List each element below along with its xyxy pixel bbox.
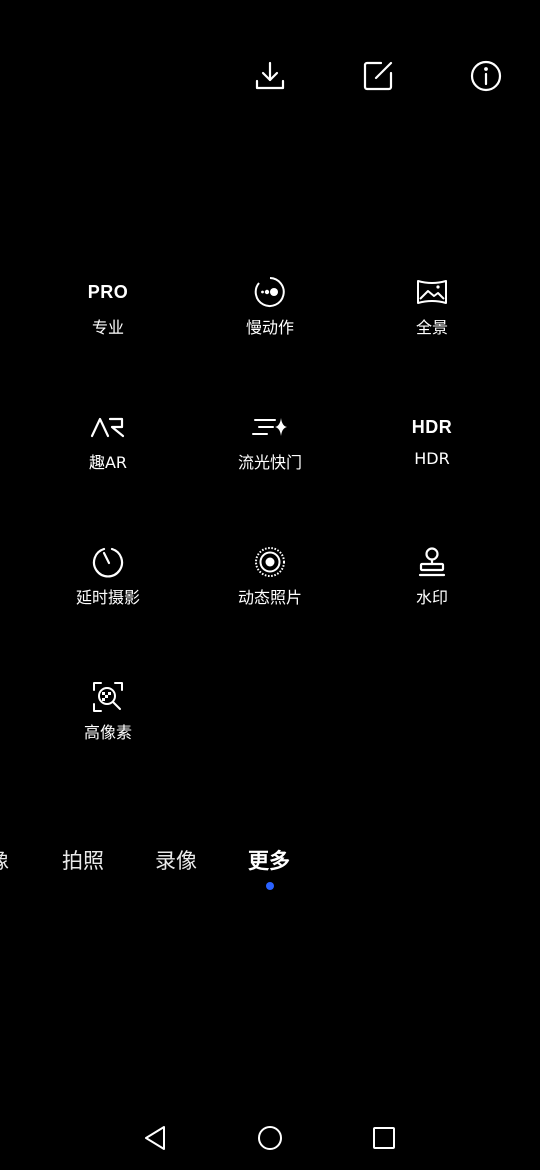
mode-high-resolution[interactable]: 高像素 (48, 681, 168, 761)
mode-watermark[interactable]: 水印 (372, 546, 492, 626)
back-button[interactable] (135, 1120, 175, 1160)
active-mode-indicator (266, 882, 274, 890)
watermark-icon (412, 546, 452, 578)
download-button[interactable] (250, 56, 290, 96)
light-trail-icon (250, 411, 290, 443)
mode-label: 慢动作 (245, 318, 294, 337)
tab-video[interactable]: 录像 (155, 845, 197, 875)
mode-label: 流光快门 (237, 453, 302, 472)
mode-panorama[interactable]: 全景 (372, 276, 492, 356)
mode-light-trail[interactable]: 流光快门 (210, 411, 330, 491)
mode-fun-ar[interactable]: 趣AR (48, 411, 168, 491)
mode-live-photo[interactable]: 动态照片 (210, 546, 330, 626)
high-resolution-icon (88, 681, 128, 713)
home-circle-icon (256, 1124, 284, 1156)
info-icon (469, 59, 503, 93)
hdr-icon: HDR (411, 416, 453, 437)
back-triangle-icon (142, 1124, 168, 1156)
mode-label: 专业 (91, 318, 124, 337)
mode-label: 趣AR (88, 453, 128, 472)
edit-button[interactable] (358, 56, 398, 96)
pro-icon: PRO (87, 281, 129, 302)
mode-hdr[interactable]: HDR HDR (372, 411, 492, 491)
mode-time-lapse[interactable]: 延时摄影 (48, 546, 168, 626)
mode-label: 水印 (415, 588, 448, 607)
tab-more[interactable]: 更多 (248, 845, 290, 875)
mode-label: 高像素 (83, 723, 132, 742)
mode-label: 延时摄影 (75, 588, 140, 607)
recents-button[interactable] (364, 1120, 404, 1160)
tab-portrait[interactable]: 像 (0, 845, 9, 875)
tab-photo[interactable]: 拍照 (62, 845, 104, 875)
panorama-icon (412, 276, 452, 308)
mode-label: HDR (414, 449, 450, 468)
mode-slow-motion[interactable]: 慢动作 (210, 276, 330, 356)
home-button[interactable] (250, 1120, 290, 1160)
live-photo-icon (250, 546, 290, 578)
mode-label: 全景 (415, 318, 448, 337)
recents-square-icon (371, 1125, 397, 1155)
ar-icon (88, 411, 128, 443)
mode-label: 动态照片 (237, 588, 302, 607)
mode-pro[interactable]: PRO 专业 (48, 276, 168, 356)
download-icon (253, 59, 287, 93)
edit-icon (361, 59, 395, 93)
slow-motion-icon (250, 276, 290, 308)
time-lapse-icon (88, 546, 128, 578)
info-button[interactable] (466, 56, 506, 96)
